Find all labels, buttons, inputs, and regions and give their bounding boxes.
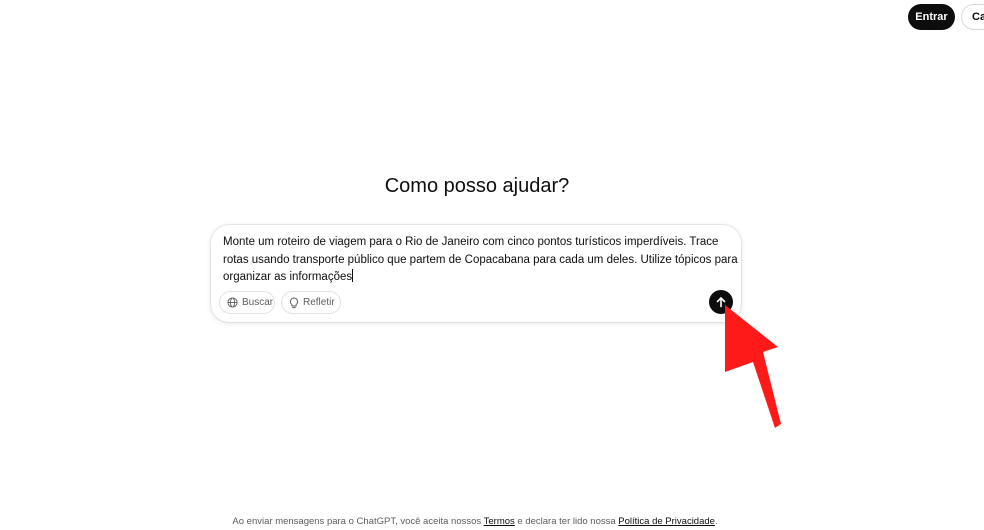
reason-button-label: Refletir (303, 297, 335, 308)
search-button[interactable]: Buscar (219, 291, 275, 314)
reason-button[interactable]: Refletir (281, 291, 341, 314)
search-button-label: Buscar (242, 297, 274, 308)
terms-link[interactable]: Termos (484, 516, 515, 527)
chat-landing-page: Entrar Cadastrar Como posso ajudar? Mont… (0, 0, 984, 530)
footer-disclaimer: Ao enviar mensagens para o ChatGPT, você… (0, 516, 950, 527)
lightbulb-icon (289, 296, 299, 308)
privacy-policy-link[interactable]: Política de Privacidade (618, 516, 715, 527)
prompt-composer: Monte um roteiro de viagem para o Rio de… (211, 225, 741, 322)
footer-suffix: . (714, 516, 718, 527)
globe-icon (227, 297, 238, 308)
prompt-input-text: Monte um roteiro de viagem para o Rio de… (223, 236, 741, 283)
signup-button[interactable]: Cadastrar (961, 4, 984, 30)
login-button[interactable]: Entrar (908, 4, 955, 30)
prompt-input[interactable]: Monte um roteiro de viagem para o Rio de… (223, 234, 738, 287)
footer-prefix: Ao enviar mensagens para o ChatGPT, você… (232, 516, 484, 527)
footer-middle: e declara ter lido nossa (514, 516, 619, 527)
page-title: Como posso ajudar? (384, 175, 570, 197)
red-arrow-annotation (725, 305, 781, 428)
text-caret (352, 269, 354, 282)
